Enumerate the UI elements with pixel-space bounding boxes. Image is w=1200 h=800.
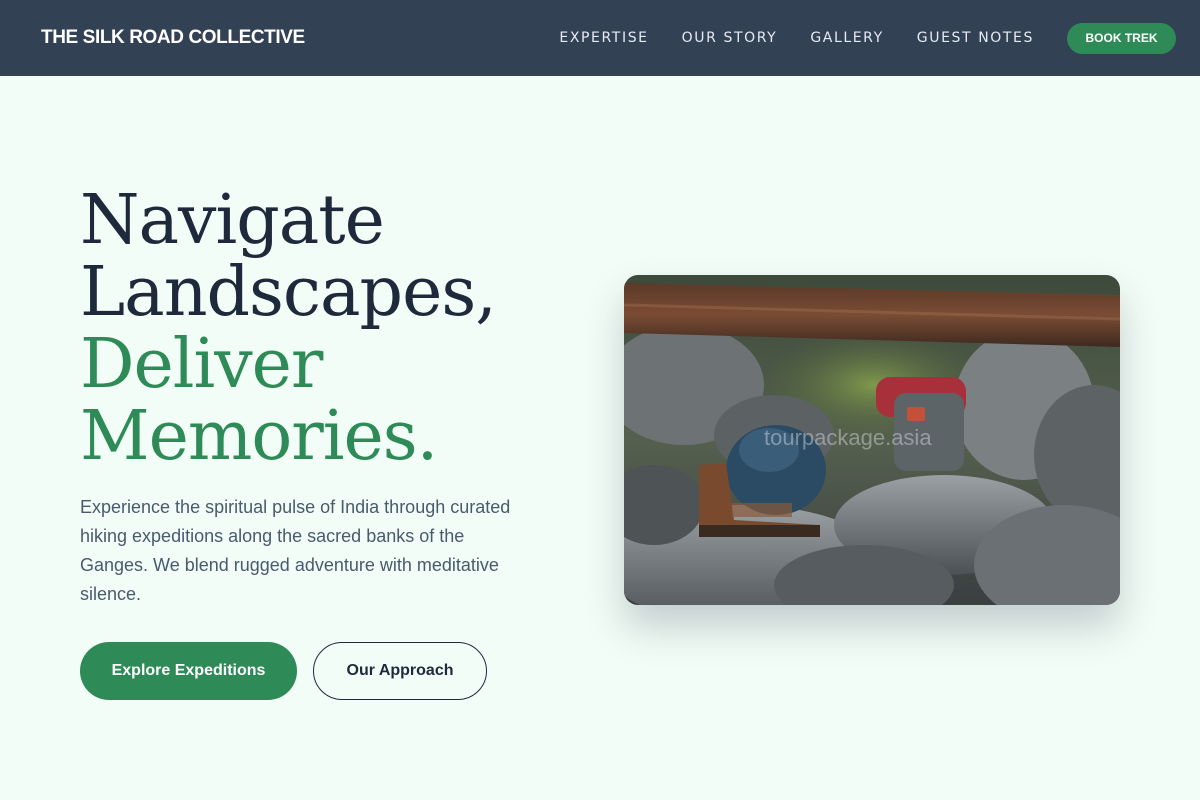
hero-title-line-3: Deliver bbox=[80, 325, 323, 404]
hero-title: Navigate Landscapes, Deliver Memories. bbox=[80, 185, 600, 473]
top-navbar: THE SILK ROAD COLLECTIVE EXPERTISE OUR S… bbox=[0, 0, 1200, 76]
brand-logo[interactable]: THE SILK ROAD COLLECTIVE bbox=[41, 27, 305, 49]
hero-photo: tourpackage.asia bbox=[624, 275, 1120, 605]
book-trek-button[interactable]: BOOK TREK bbox=[1067, 22, 1176, 54]
nav-link-expertise[interactable]: EXPERTISE bbox=[559, 30, 648, 46]
nav-link-guest-notes[interactable]: GUEST NOTES bbox=[917, 30, 1034, 46]
hero-description: Experience the spiritual pulse of India … bbox=[80, 497, 511, 604]
nav-links: EXPERTISE OUR STORY GALLERY GUEST NOTES … bbox=[559, 22, 1176, 54]
hero-title-line-1: Navigate bbox=[80, 181, 385, 260]
our-approach-button[interactable]: Our Approach bbox=[313, 642, 487, 700]
hero-title-line-2: Landscapes, bbox=[80, 253, 497, 332]
nav-link-gallery[interactable]: GALLERY bbox=[810, 30, 883, 46]
photo-watermark: tourpackage.asia bbox=[764, 425, 932, 450]
explore-expeditions-button[interactable]: Explore Expeditions bbox=[80, 642, 297, 700]
nav-link-our-story[interactable]: OUR STORY bbox=[682, 30, 778, 46]
hero-title-line-4: Memories. bbox=[80, 397, 438, 476]
